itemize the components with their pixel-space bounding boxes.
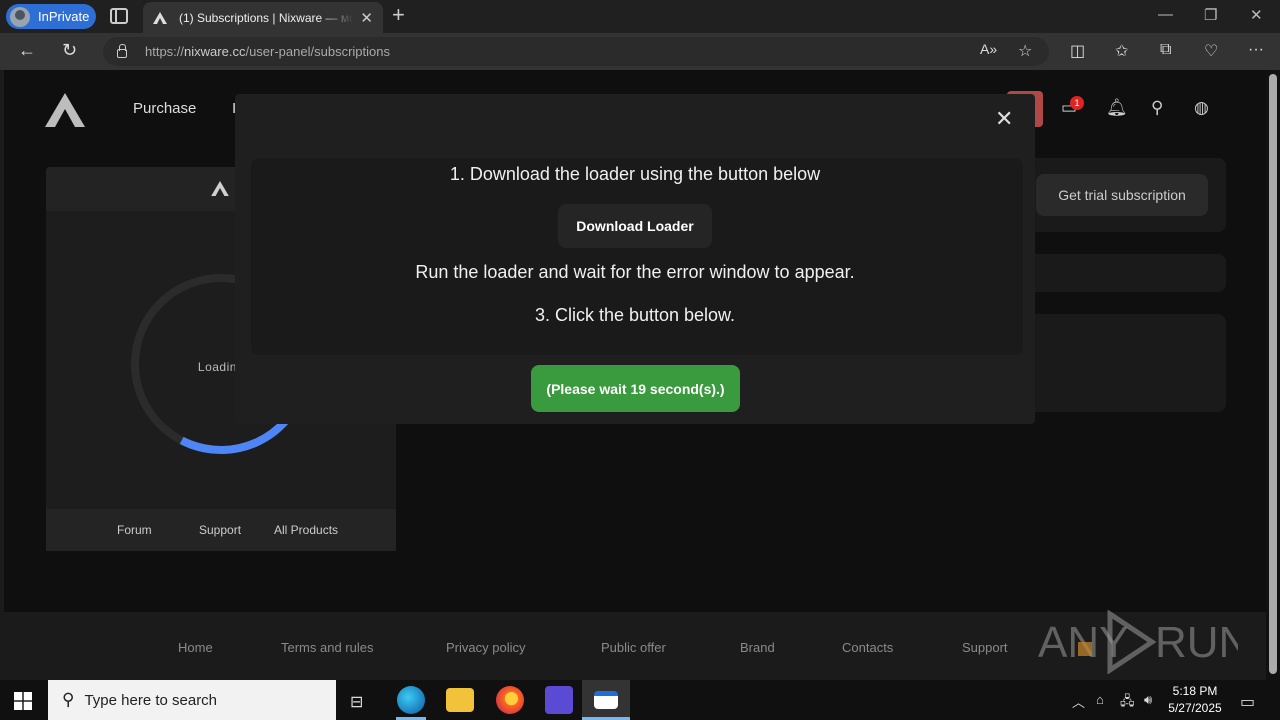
window-close-icon[interactable]: ✕ bbox=[1250, 6, 1263, 24]
nixware-favicon-icon bbox=[153, 11, 167, 24]
search-magnifier-icon: ⚲ bbox=[62, 690, 75, 709]
notification-center-icon[interactable]: ▭ bbox=[1240, 692, 1255, 712]
volume-icon[interactable]: 🔊︎ bbox=[1144, 692, 1152, 708]
wait-countdown-button[interactable]: (Please wait 19 second(s).) bbox=[531, 365, 740, 412]
step-1-text: 1. Download the loader using the button … bbox=[449, 164, 821, 184]
footer-link-terms[interactable]: Terms and rules bbox=[281, 640, 373, 655]
footer-link-support[interactable]: Support bbox=[962, 640, 1008, 655]
footer-link-brand[interactable]: Brand bbox=[740, 640, 775, 655]
refresh-icon[interactable]: ↻ bbox=[62, 40, 77, 61]
panel-logo-icon bbox=[211, 181, 229, 196]
address-bar[interactable]: https://nixware.cc/user-panel/subscripti… bbox=[103, 37, 1049, 66]
firefox-taskbar-icon[interactable] bbox=[496, 686, 524, 714]
bell-icon[interactable]: 🔔︎ bbox=[1106, 98, 1128, 118]
lock-icon bbox=[117, 44, 127, 58]
info-card bbox=[1019, 254, 1226, 292]
language-globe-icon[interactable]: ◍ bbox=[1194, 98, 1209, 118]
read-aloud-icon[interactable]: A» bbox=[980, 41, 997, 57]
tab-actions-icon[interactable] bbox=[110, 8, 128, 24]
watermark-run-text: RUN bbox=[1155, 618, 1238, 667]
url-prefix: https:// bbox=[145, 44, 185, 59]
nixware-logo-icon[interactable] bbox=[45, 93, 85, 127]
step-2-text: Run the loader and wait for the error wi… bbox=[415, 262, 855, 282]
back-icon[interactable]: ← bbox=[18, 40, 36, 61]
more-menu-icon[interactable]: ··· bbox=[1248, 41, 1264, 59]
file-explorer-icon[interactable] bbox=[446, 688, 474, 712]
taskbar-search-placeholder: Type here to search bbox=[84, 691, 218, 709]
footer-link-public-offer[interactable]: Public offer bbox=[601, 640, 666, 655]
panel-link-support[interactable]: Support bbox=[199, 523, 241, 537]
url-path: /user-panel/subscriptions bbox=[245, 44, 390, 59]
panel-link-all-products[interactable]: All Products bbox=[274, 523, 338, 537]
inprivate-badge[interactable]: InPrivate bbox=[6, 4, 96, 29]
nav-purchase[interactable]: Purchase bbox=[133, 100, 196, 117]
collections-icon[interactable]: ⧉ bbox=[1160, 41, 1171, 59]
favorite-star-icon[interactable]: ☆ bbox=[1018, 41, 1032, 61]
tab-active[interactable]: (1) Subscriptions | Nixware — мо ✕ bbox=[143, 2, 383, 33]
browser-tab-bar: InPrivate (1) Subscriptions | Nixware — … bbox=[0, 0, 1280, 33]
tab-title: (1) Subscriptions | Nixware — мо bbox=[179, 10, 355, 25]
clock-date: 5/27/2025 bbox=[1168, 701, 1222, 715]
loader-modal: ✕ 1. Download the loader using the butto… bbox=[235, 94, 1035, 424]
taskbar-search-box[interactable]: ⚲ Type here to search bbox=[48, 680, 336, 720]
get-trial-button[interactable]: Get trial subscription bbox=[1036, 174, 1208, 216]
task-view-icon[interactable]: ⊟ bbox=[350, 692, 363, 712]
anyrun-watermark-logo: ANY RUN bbox=[1038, 610, 1238, 674]
url-host: nixware.cc bbox=[184, 44, 246, 59]
browser-essentials-icon[interactable]: ♡ bbox=[1204, 41, 1218, 61]
active-app-taskbar-icon[interactable] bbox=[594, 691, 618, 709]
tray-device-icon[interactable]: ⌂ bbox=[1096, 692, 1104, 707]
browser-nav-bar: ← ↻ https://nixware.cc/user-panel/subscr… bbox=[0, 33, 1280, 70]
tray-chevron-icon[interactable]: ︿ bbox=[1072, 692, 1085, 711]
footer-link-privacy[interactable]: Privacy policy bbox=[446, 640, 525, 655]
network-icon[interactable]: 🖧︎ bbox=[1120, 692, 1135, 714]
panel-link-forum[interactable]: Forum bbox=[117, 523, 152, 537]
details-card bbox=[1019, 314, 1226, 412]
inprivate-label: InPrivate bbox=[38, 9, 90, 24]
windows-taskbar: ⚲ Type here to search ⊟ ︿ ⌂ 🖧︎ 🔊︎ 5:18 P… bbox=[0, 680, 1280, 720]
minimize-icon[interactable]: — bbox=[1158, 6, 1173, 23]
split-screen-icon[interactable]: ◫ bbox=[1070, 41, 1085, 61]
clock-time: 5:18 PM bbox=[1172, 684, 1218, 698]
windows-start-icon[interactable] bbox=[14, 692, 32, 710]
page-scrollbar[interactable] bbox=[1266, 70, 1280, 680]
restore-icon[interactable]: ❐ bbox=[1204, 6, 1217, 24]
scrollbar-thumb[interactable] bbox=[1269, 74, 1277, 674]
edge-taskbar-icon[interactable] bbox=[397, 686, 425, 714]
download-loader-button[interactable]: Download Loader bbox=[558, 204, 712, 248]
modal-close-icon[interactable]: ✕ bbox=[995, 108, 1013, 130]
notification-badge: 1 bbox=[1070, 96, 1084, 110]
footer-link-contacts[interactable]: Contacts bbox=[842, 640, 893, 655]
close-tab-icon[interactable]: ✕ bbox=[360, 9, 373, 27]
new-tab-icon[interactable]: + bbox=[392, 4, 405, 26]
footer-link-home[interactable]: Home bbox=[178, 640, 213, 655]
profile-avatar-icon bbox=[10, 6, 30, 27]
favorites-icon[interactable]: ✩ bbox=[1115, 41, 1128, 61]
taskbar-clock[interactable]: 5:18 PM 5/27/2025 bbox=[1160, 683, 1230, 717]
step-3-text: 3. Click the button below. bbox=[534, 305, 736, 325]
app-launcher-taskbar-icon[interactable] bbox=[545, 686, 573, 714]
search-icon[interactable]: ⚲ bbox=[1151, 98, 1163, 118]
